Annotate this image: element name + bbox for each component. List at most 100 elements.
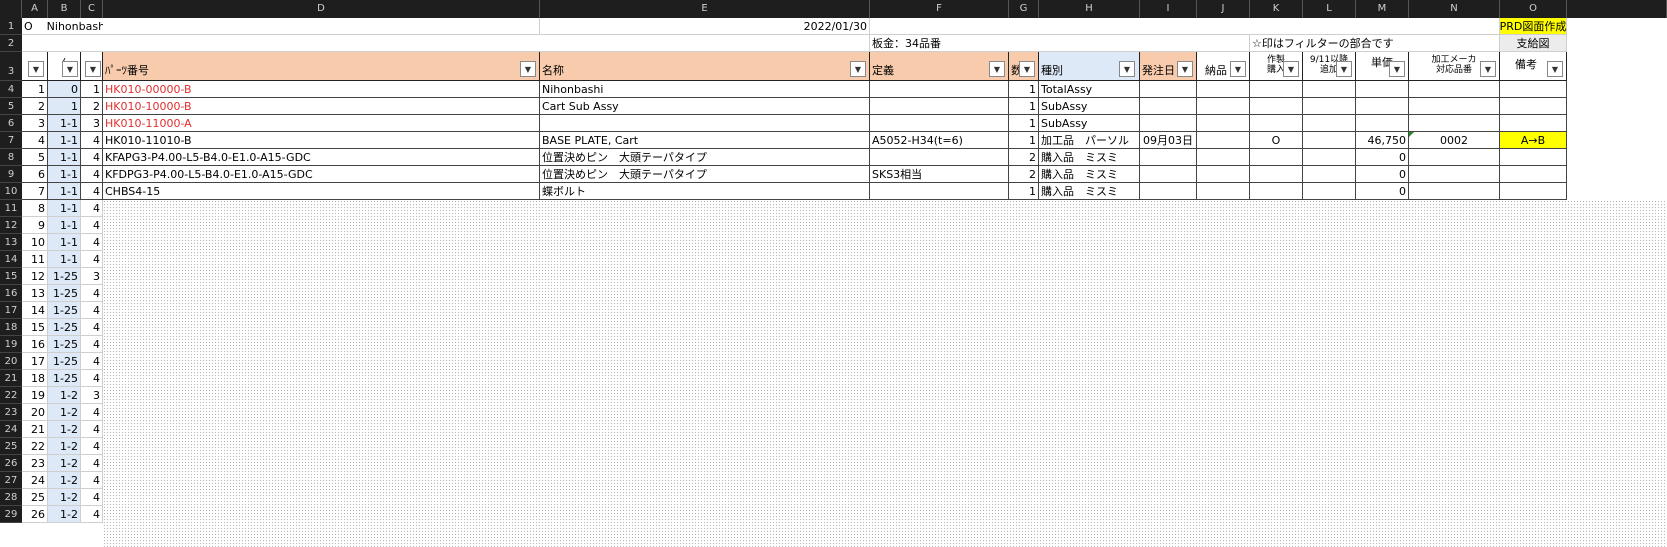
row-header-2[interactable]: 2 [0,35,22,52]
row-header-10[interactable]: 10 [0,183,22,200]
filter-dropdown-button[interactable]: ▼ [1283,61,1299,77]
cell-b-row19[interactable]: 1-2 [48,387,81,404]
cell-remark-row1[interactable] [1500,81,1567,98]
cell-spec-row3[interactable] [870,115,1009,132]
cell-c-row1[interactable]: 1 [81,81,103,98]
cell-name-row5[interactable]: 位置決めピン 大頭テーパタイプ [540,149,870,166]
column-header-J[interactable]: J [1197,0,1250,18]
cell-price-row4[interactable]: 46,750 [1356,132,1409,149]
cell-c-row15[interactable]: 4 [81,319,103,336]
row-header-12[interactable]: 12 [0,217,22,234]
filter-dropdown-button[interactable]: ▼ [28,61,44,77]
support-drawing-button[interactable]: 支給図 [1500,35,1567,52]
cell-a-row10[interactable]: 10 [22,234,48,251]
cell-c-row24[interactable]: 4 [81,472,103,489]
cell-a-row4[interactable]: 4 [22,132,48,149]
cell-c-row25[interactable]: 4 [81,489,103,506]
cell-b-row5[interactable]: 1-1 [48,149,81,166]
cell-name-row2[interactable]: Cart Sub Assy [540,98,870,115]
cell-b-row10[interactable]: 1-1 [48,234,81,251]
cell-a-row17[interactable]: 17 [22,353,48,370]
row-header-4[interactable]: 4 [0,81,22,98]
cell-make-row3[interactable] [1250,115,1303,132]
row-header-14[interactable]: 14 [0,251,22,268]
cell-a-row9[interactable]: 9 [22,217,48,234]
cell-a-row6[interactable]: 6 [22,166,48,183]
cell-_l-row3[interactable] [1303,115,1356,132]
cell-qty-row5[interactable]: 2 [1009,149,1039,166]
filter-dropdown-button[interactable]: ▼ [1389,61,1405,77]
cell-c-row2[interactable]: 2 [81,98,103,115]
cell-a-row23[interactable]: 23 [22,455,48,472]
cell-b-row16[interactable]: 1-25 [48,336,81,353]
cell-qty-row6[interactable]: 2 [1009,166,1039,183]
cell-c-row3[interactable]: 3 [81,115,103,132]
cell-c-row10[interactable]: 4 [81,234,103,251]
cell-make-row7[interactable] [1250,183,1303,200]
cell-remark-row6[interactable] [1500,166,1567,183]
cell-b-row15[interactable]: 1-25 [48,319,81,336]
cell-name-row3[interactable] [540,115,870,132]
cell-c-row20[interactable]: 4 [81,404,103,421]
cell-part-row1[interactable]: HK010-00000-B [103,81,540,98]
row-header-23[interactable]: 23 [0,404,22,421]
cell-b-row12[interactable]: 1-25 [48,268,81,285]
cell-_j-row7[interactable] [1197,183,1250,200]
cell-price-row6[interactable]: 0 [1356,166,1409,183]
cell-kind-row4[interactable]: 加工品 パーソル [1039,132,1140,149]
cell-maker-row7[interactable] [1409,183,1500,200]
cell-_j-row6[interactable] [1197,166,1250,183]
cell-c-row7[interactable]: 4 [81,183,103,200]
cell-remark-row4[interactable]: A→B [1500,132,1567,149]
cell-maker-row3[interactable] [1409,115,1500,132]
row-header-29[interactable]: 29 [0,506,22,523]
cell-remark-row5[interactable] [1500,149,1567,166]
cell-spec-row4[interactable]: A5052-H34(t=6) [870,132,1009,149]
cell-_l-row6[interactable] [1303,166,1356,183]
cell-qty-row4[interactable]: 1 [1009,132,1039,149]
cell-a-row7[interactable]: 7 [22,183,48,200]
cell-b-row8[interactable]: 1-1 [48,200,81,217]
cell-order-row7[interactable] [1140,183,1197,200]
cell-part-row5[interactable]: KFAPG3-P4.00-L5-B4.0-E1.0-A15-GDC [103,149,540,166]
cell-name-row1[interactable]: Nihonbashi [540,81,870,98]
cell-order-row4[interactable]: 09月03日 [1140,132,1197,149]
cell-spec-row5[interactable] [870,149,1009,166]
cell-c-row23[interactable]: 4 [81,455,103,472]
row-header-17[interactable]: 17 [0,302,22,319]
column-header-E[interactable]: E [540,0,870,18]
cell-remark-row7[interactable] [1500,183,1567,200]
column-header-F[interactable]: F [870,0,1009,18]
cell-c-row11[interactable]: 4 [81,251,103,268]
cell-_l-row4[interactable] [1303,132,1356,149]
cell-b-row3[interactable]: 1-1 [48,115,81,132]
spreadsheet-grid[interactable]: ABCDEFGHIJKLMNO 1 2 3 4 5 6 7 8 9 10 11 12 13 14 15 16 1… [0,0,1667,547]
column-header-O[interactable]: O [1500,0,1567,18]
row-header-9[interactable]: 9 [0,166,22,183]
cell-spec-row7[interactable] [870,183,1009,200]
column-header-N[interactable]: N [1409,0,1500,18]
cell-maker-row2[interactable] [1409,98,1500,115]
cell-c-row16[interactable]: 4 [81,336,103,353]
column-header-D[interactable]: D [103,0,540,18]
row-header-26[interactable]: 26 [0,455,22,472]
cell-c-row18[interactable]: 4 [81,370,103,387]
column-header-G[interactable]: G [1009,0,1039,18]
row-header-5[interactable]: 5 [0,98,22,115]
cell-price-row3[interactable] [1356,115,1409,132]
cell-a-row1[interactable]: 1 [22,81,48,98]
cell-qty-row3[interactable]: 1 [1009,115,1039,132]
cell-_j-row4[interactable] [1197,132,1250,149]
cell-a-row8[interactable]: 8 [22,200,48,217]
cell-make-row2[interactable] [1250,98,1303,115]
row-header-25[interactable]: 25 [0,438,22,455]
filter-note-cell[interactable]: ☆印はフィルターの部合です [1250,35,1500,52]
column-header-L[interactable]: L [1303,0,1356,18]
cell-b-row26[interactable]: 1-2 [48,506,81,523]
cell-part-row3[interactable]: HK010-11000-A [103,115,540,132]
cell-c-row22[interactable]: 4 [81,438,103,455]
cell-b-row4[interactable]: 1-1 [48,132,81,149]
cell-_j-row3[interactable] [1197,115,1250,132]
cell-qty-row7[interactable]: 1 [1009,183,1039,200]
cell-a-row18[interactable]: 18 [22,370,48,387]
